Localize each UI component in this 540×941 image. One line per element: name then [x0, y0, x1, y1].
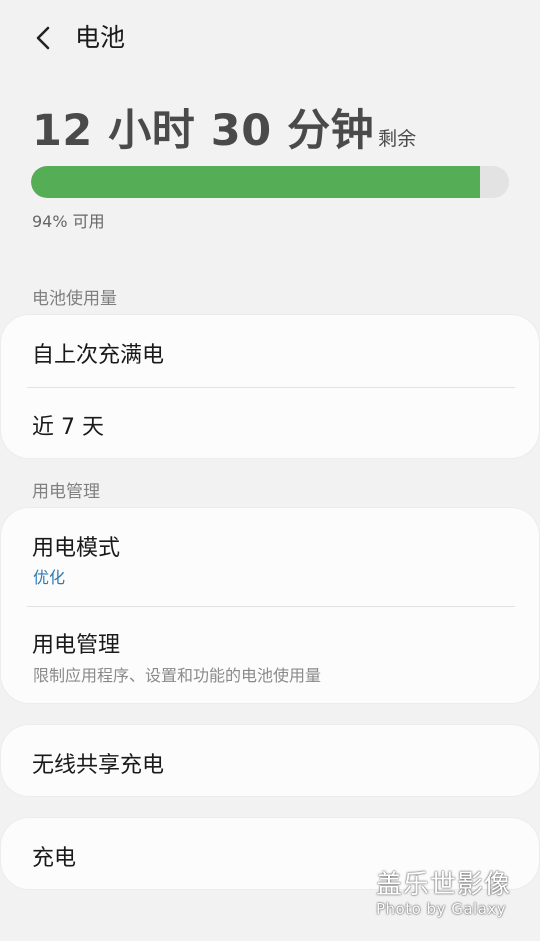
time-remaining: 12 小时 30 分钟 [32, 106, 375, 156]
chevron-left-icon [36, 26, 50, 50]
battery-available-text: 94% 可用 [32, 212, 105, 231]
list-item-power-management[interactable]: 用电管理 限制应用程序、设置和功能的电池使用量 [1, 606, 539, 703]
app-header: 电池 [0, 0, 540, 78]
list-item-label: 无线共享充电 [32, 753, 165, 778]
remaining-suffix: 剩余 [378, 128, 417, 150]
list-item-label: 自上次充满电 [32, 343, 165, 368]
back-button[interactable] [26, 20, 60, 56]
watermark-brand: 盖乐世影像 [376, 870, 512, 900]
battery-level-bar [31, 166, 509, 198]
photo-watermark: 盖乐世影像 Photo by Galaxy [376, 870, 511, 918]
page-title: 电池 [75, 23, 126, 52]
list-item-label: 用电管理 [32, 633, 121, 658]
list-item-since-full-charge[interactable]: 自上次充满电 [1, 315, 539, 387]
section-title-power-management: 用电管理 [32, 482, 100, 502]
power-management-card: 用电模式 优化 用电管理 限制应用程序、设置和功能的电池使用量 [1, 508, 539, 703]
battery-usage-card: 自上次充满电 近 7 天 [1, 315, 539, 458]
section-title-battery-usage: 电池使用量 [32, 289, 117, 309]
list-item-label: 用电模式 [32, 536, 121, 561]
power-management-description: 限制应用程序、设置和功能的电池使用量 [33, 666, 322, 685]
watermark-credit: Photo by Galaxy [376, 900, 507, 918]
list-item-wireless-powershare[interactable]: 无线共享充电 [1, 725, 539, 796]
list-item-label: 充电 [32, 846, 77, 871]
wireless-share-card: 无线共享充电 [1, 725, 539, 796]
battery-level-fill [31, 166, 481, 198]
power-mode-value: 优化 [33, 568, 66, 587]
list-item-power-mode[interactable]: 用电模式 优化 [1, 508, 539, 606]
list-item-label: 近 7 天 [32, 415, 104, 440]
battery-remaining: 12 小时 30 分钟 剩余 [32, 96, 416, 158]
list-item-last-7-days[interactable]: 近 7 天 [1, 387, 539, 458]
